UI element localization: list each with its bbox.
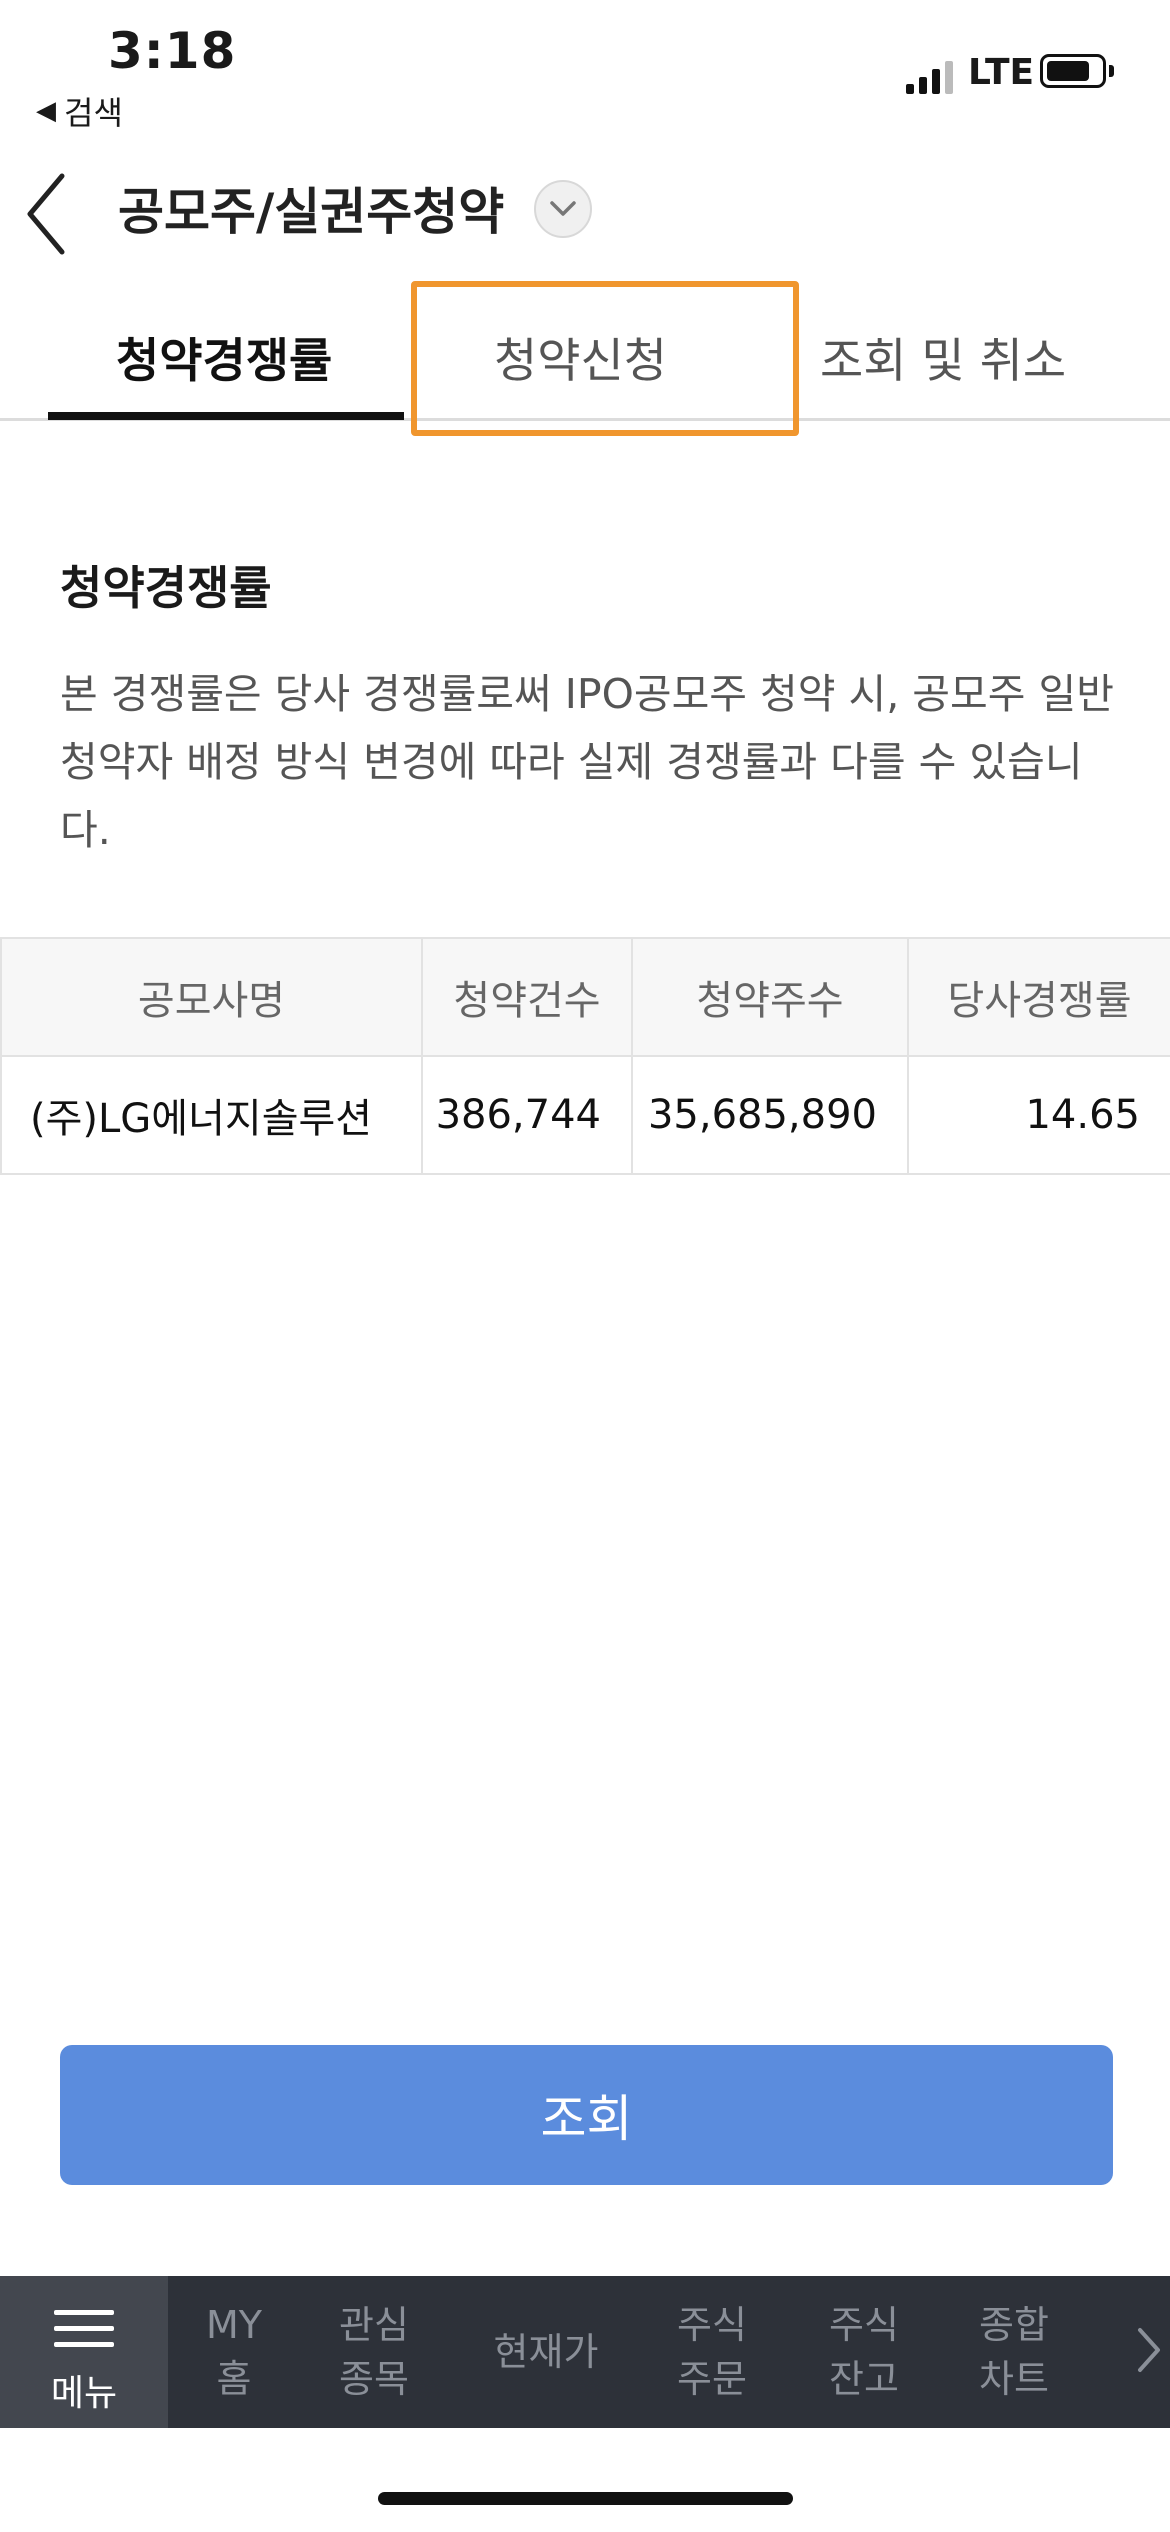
nav-item-stock-balance[interactable]: 주식 잔고	[812, 2276, 916, 2428]
cell-applications: 386,744	[421, 1055, 633, 1175]
table-header-row: 공모사명 청약건수 청약주수 당사경쟁률	[0, 937, 1170, 1057]
tab-inquiry-cancel[interactable]: 조회 및 취소	[820, 322, 1066, 391]
nav-item-chart[interactable]: 종합 차트	[962, 2276, 1066, 2428]
home-indicator	[378, 2492, 793, 2505]
nav-item-stock-order[interactable]: 주식 주문	[660, 2276, 764, 2428]
query-button[interactable]: 조회	[60, 2045, 1113, 2185]
tab-highlight-box	[411, 281, 799, 436]
nav-item-current-price[interactable]: 현재가	[476, 2276, 616, 2428]
section-title: 청약경쟁률	[60, 561, 272, 615]
back-to-app-link[interactable]: ◀ 검색	[36, 88, 123, 134]
nav-item-my-home[interactable]: MY 홈	[186, 2276, 282, 2428]
notice-text: 본 경쟁률은 당사 경쟁률로써 IPO공모주 청약 시, 공모주 일반청약자 배…	[60, 670, 1114, 854]
header-applications: 청약건수	[421, 937, 633, 1057]
battery-icon	[1040, 54, 1106, 88]
cell-company: (주)LG에너지솔루션	[0, 1055, 423, 1175]
cell-shares: 35,685,890	[631, 1055, 909, 1175]
tab-competition-rate[interactable]: 청약경쟁률	[116, 322, 332, 391]
active-tab-indicator	[48, 412, 404, 420]
competition-table: 공모사명 청약건수 청약주수 당사경쟁률 (주)LG에너지솔루션 386,744…	[0, 937, 1170, 1175]
menu-button[interactable]: 메뉴	[0, 2276, 168, 2428]
nav-item-watchlist[interactable]: 관심 종목	[322, 2276, 426, 2428]
table-row[interactable]: (주)LG에너지솔루션 386,744 35,685,890 14.65	[0, 1055, 1170, 1175]
page-title: 공모주/실권주청약	[118, 183, 505, 241]
network-label: LTE	[968, 52, 1035, 93]
header-rate: 당사경쟁률	[907, 937, 1170, 1057]
chevron-right-icon[interactable]	[1134, 2320, 1164, 2380]
title-dropdown-button[interactable]	[534, 180, 592, 238]
back-app-label: 검색	[64, 94, 123, 132]
header-company: 공모사명	[0, 937, 423, 1057]
header-shares: 청약주수	[631, 937, 909, 1057]
signal-icon	[906, 61, 953, 94]
chevron-down-icon	[550, 201, 576, 216]
cell-rate: 14.65	[907, 1055, 1170, 1175]
menu-label: 메뉴	[50, 2373, 118, 2414]
back-chevron-icon[interactable]	[22, 172, 72, 256]
status-time: 3:18	[108, 22, 237, 80]
back-triangle-icon: ◀	[36, 96, 56, 126]
hamburger-icon	[54, 2310, 114, 2358]
battery-tip	[1109, 65, 1114, 77]
